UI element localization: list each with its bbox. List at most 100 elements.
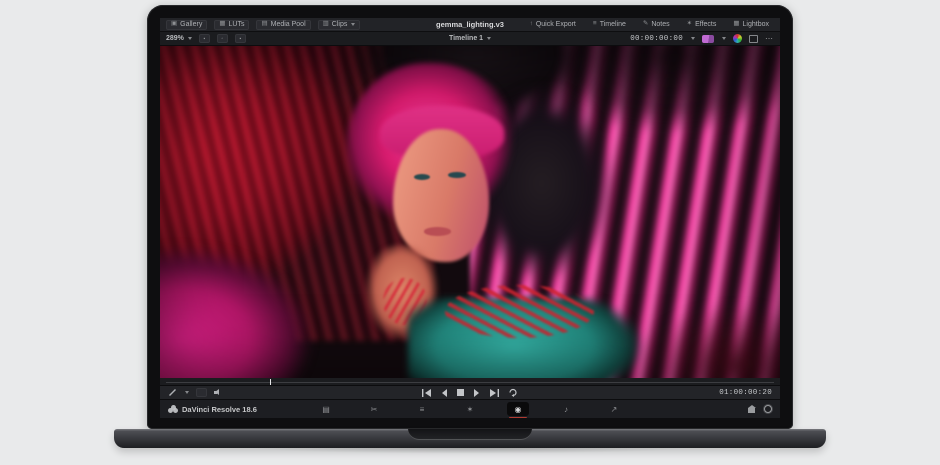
luts-button[interactable]: ▦ LUTs (214, 20, 249, 30)
timeline-scrubber[interactable] (160, 378, 780, 386)
lightbox-button[interactable]: ▦ Lightbox (728, 20, 774, 30)
unmix-button[interactable] (196, 388, 207, 397)
viewer-option-1-button[interactable]: ▪ (199, 34, 210, 43)
color-page-icon: ◉ (515, 405, 522, 414)
page-deliver[interactable]: ↗ (603, 402, 625, 416)
scrubber-track[interactable] (166, 382, 774, 383)
top-toolbar: ▣ Gallery ▦ LUTs ▤ Media Pool ▥ Clips (160, 18, 780, 32)
gallery-button[interactable]: ▣ Gallery (166, 20, 207, 30)
lightbox-icon: ▦ (733, 21, 739, 28)
grab-still-tool-button[interactable] (168, 388, 177, 397)
page-bar-right-tools (748, 405, 772, 413)
wipe-mode-icon[interactable] (702, 35, 714, 43)
viewer-option-3-glyph: ▪ (240, 36, 242, 42)
notes-label: Notes (651, 21, 669, 28)
page-cut[interactable]: ✂ (363, 402, 385, 416)
quick-export-button[interactable]: ↑ Quick Export (525, 20, 581, 30)
loop-playback-button[interactable] (508, 388, 518, 397)
page-media[interactable]: ▤ (315, 402, 337, 416)
last-frame-button[interactable] (489, 389, 499, 397)
media-pool-icon: ▤ (261, 21, 267, 28)
clips-label: Clips (332, 21, 348, 28)
chevron-down-icon (487, 37, 491, 40)
media-pool-label: Media Pool (271, 21, 306, 28)
deliver-page-icon: ↗ (611, 405, 618, 414)
luts-icon: ▦ (219, 21, 225, 28)
zoom-level-value: 289% (166, 35, 184, 42)
gallery-icon: ▣ (171, 21, 177, 28)
stop-button[interactable] (457, 389, 464, 396)
app-version-label: DaVinci Resolve 18.6 (182, 405, 257, 414)
davinci-resolve-window: ▣ Gallery ▦ LUTs ▤ Media Pool ▥ Clips (160, 18, 780, 418)
transport-left-tools (168, 388, 223, 397)
page-edit[interactable]: ≡ (411, 402, 433, 416)
viewer-option-1-glyph: ▪ (204, 36, 206, 42)
project-manager-home-icon[interactable] (748, 406, 756, 413)
viewer-option-2-button[interactable]: ▫ (217, 34, 228, 43)
fairlight-page-icon: ♪ (564, 405, 568, 414)
chevron-down-icon (351, 23, 355, 26)
clips-icon: ▥ (323, 21, 329, 28)
color-page-viewer (160, 46, 780, 378)
lightbox-label: Lightbox (743, 21, 769, 28)
media-pool-button[interactable]: ▤ Media Pool (256, 20, 310, 30)
chevron-down-icon (691, 37, 695, 40)
playhead-timecode: 01:00:00:20 (719, 389, 772, 397)
playhead-marker[interactable] (270, 379, 272, 385)
app-branding: DaVinci Resolve 18.6 (168, 405, 257, 414)
page-color[interactable]: ◉ (507, 402, 529, 416)
color-viewer-icon[interactable] (733, 34, 742, 43)
chevron-down-icon (185, 391, 189, 394)
media-page-icon: ▤ (322, 405, 330, 414)
davinci-resolve-logo (168, 405, 178, 414)
chevron-down-icon (188, 37, 192, 40)
luts-label: LUTs (229, 21, 245, 28)
quick-export-icon: ↑ (530, 21, 533, 28)
top-toolbar-left: ▣ Gallery ▦ LUTs ▤ Media Pool ▥ Clips (166, 20, 360, 30)
more-options-button[interactable]: ⋯ (765, 34, 774, 43)
page-fusion[interactable]: ✶ (459, 402, 481, 416)
notes-button[interactable]: ✎ Notes (638, 20, 675, 30)
page-navigation-bar: DaVinci Resolve 18.6 ▤ ✂ ≡ ✶ ◉ ♪ ↗ (160, 400, 780, 418)
chevron-down-icon (722, 37, 726, 40)
first-frame-button[interactable] (422, 389, 432, 397)
viewer-timecode: 00:00:00:00 (630, 35, 683, 43)
viewer-toolbar-right: 00:00:00:00 ⋯ (630, 34, 774, 43)
gallery-label: Gallery (180, 21, 202, 28)
notes-icon: ✎ (643, 21, 648, 28)
project-title: gemma_lighting.v3 (436, 20, 504, 29)
photo-vignette (160, 46, 780, 378)
viewer-toolbar-left: 289% ▪ ▫ ▪ (166, 34, 246, 43)
timeline-selector[interactable]: Timeline 1 (449, 35, 491, 42)
macbook-lid-notch (408, 429, 532, 440)
quick-export-label: Quick Export (536, 21, 576, 28)
clips-button[interactable]: ▥ Clips (318, 20, 361, 30)
macbook-screen: ▣ Gallery ▦ LUTs ▤ Media Pool ▥ Clips (147, 5, 793, 429)
transport-controls (422, 388, 518, 397)
top-toolbar-right: ↑ Quick Export ≡ Timeline ✎ Notes ✶ Effe… (525, 20, 774, 30)
fusion-page-icon: ✶ (467, 405, 474, 414)
expand-viewer-icon[interactable] (749, 35, 758, 43)
page-tabs: ▤ ✂ ≡ ✶ ◉ ♪ ↗ (315, 400, 625, 418)
play-button[interactable] (473, 389, 480, 397)
laptop-shadow (160, 448, 780, 456)
timeline-name: Timeline 1 (449, 35, 483, 42)
audio-mute-icon[interactable] (214, 389, 223, 397)
effects-icon: ✶ (687, 21, 692, 28)
viewer-option-2-glyph: ▫ (222, 36, 224, 42)
zoom-level-dropdown[interactable]: 289% (166, 35, 192, 42)
project-settings-gear-icon[interactable] (764, 405, 772, 413)
page-fairlight[interactable]: ♪ (555, 402, 577, 416)
timeline-button[interactable]: ≡ Timeline (588, 20, 631, 30)
effects-button[interactable]: ✶ Effects (682, 20, 722, 30)
cut-page-icon: ✂ (371, 405, 378, 414)
transport-bar: 01:00:00:20 (160, 386, 780, 400)
timeline-label: Timeline (600, 21, 626, 28)
step-back-button[interactable] (441, 389, 448, 397)
timeline-icon: ≡ (593, 21, 597, 28)
macbook-base (114, 429, 826, 448)
effects-label: Effects (695, 21, 716, 28)
marketing-scene: ▣ Gallery ▦ LUTs ▤ Media Pool ▥ Clips (0, 0, 940, 465)
viewer-toolbar: 289% ▪ ▫ ▪ Timeline 1 00:00:00:00 (160, 32, 780, 46)
viewer-option-3-button[interactable]: ▪ (235, 34, 246, 43)
